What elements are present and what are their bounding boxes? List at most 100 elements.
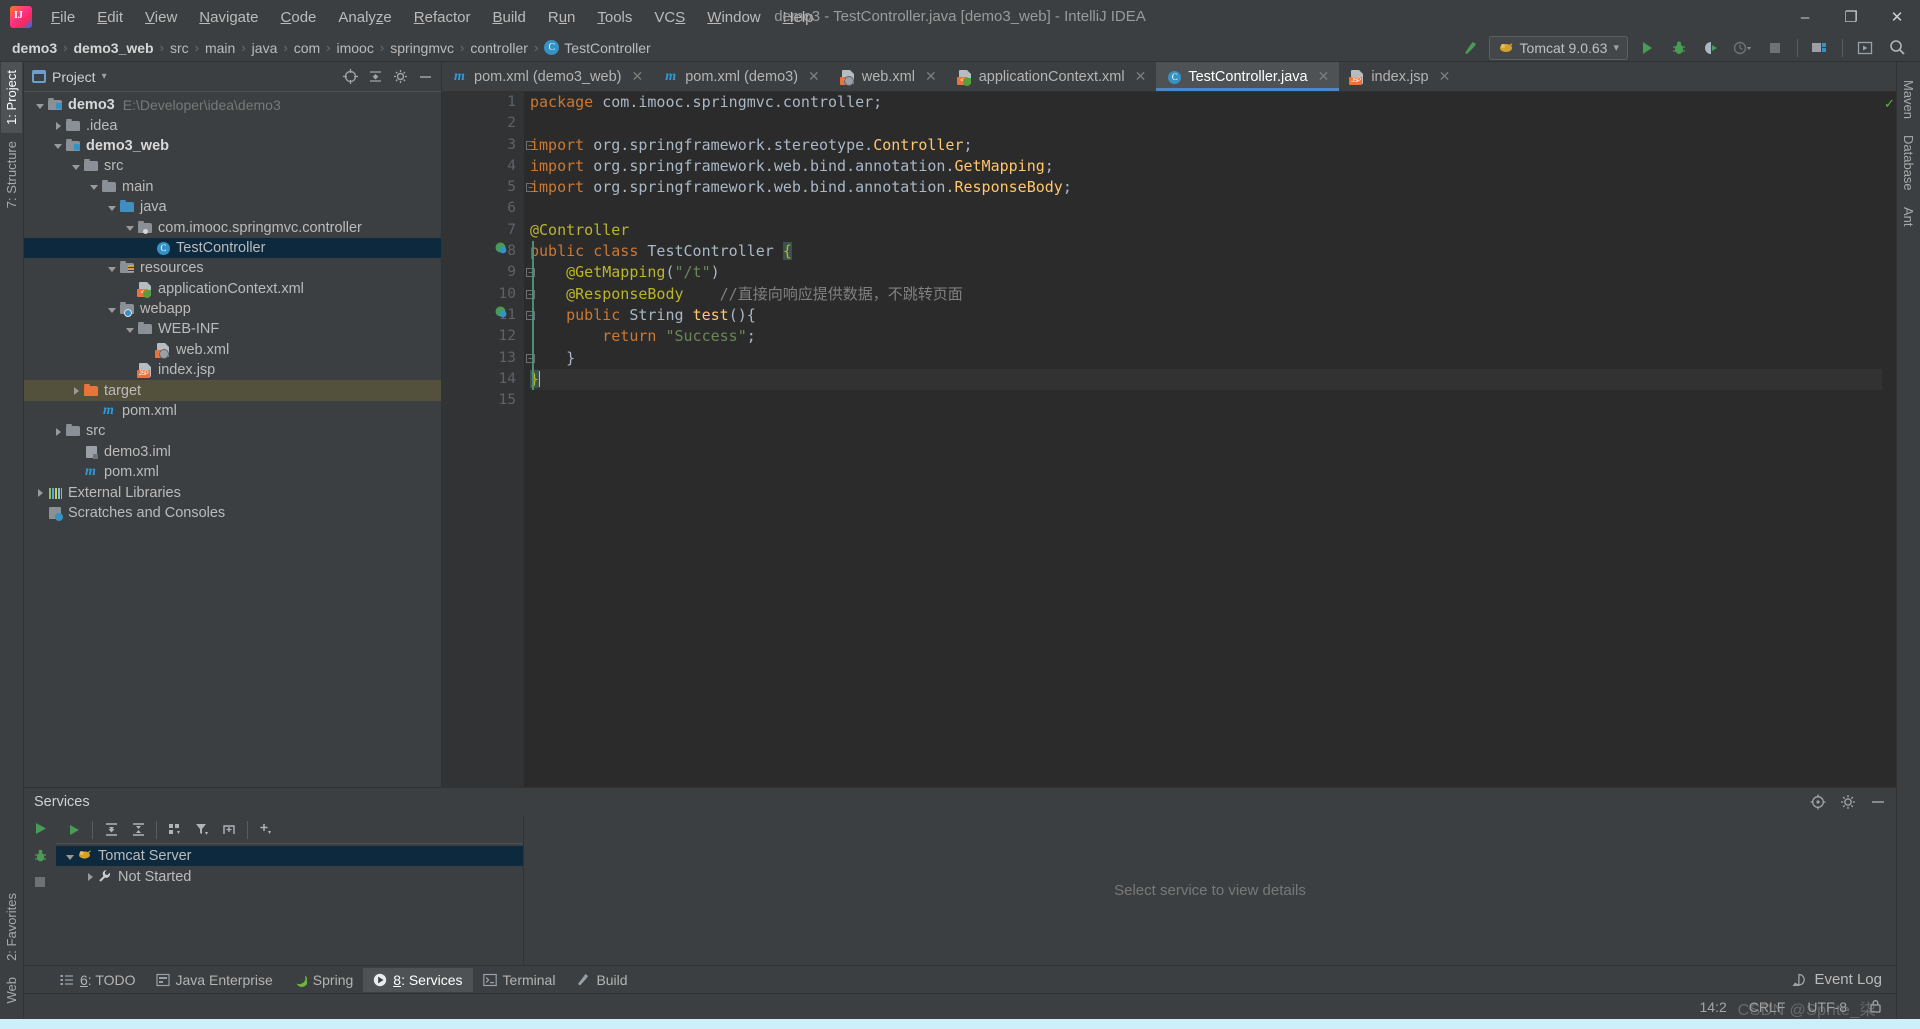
line-separator[interactable]: CRLF	[1749, 999, 1786, 1015]
settings-gear-icon[interactable]	[393, 69, 408, 84]
menu-help[interactable]: Help	[772, 5, 825, 30]
hide-panel-icon[interactable]	[1870, 799, 1886, 805]
run-icon[interactable]	[1634, 36, 1660, 60]
project-tree-row[interactable]: C TestController	[24, 237, 441, 259]
sidebar-tab-database[interactable]: Database	[1898, 127, 1919, 199]
editor-tab[interactable]: m pom.xml (demo3_web) ✕	[442, 62, 653, 91]
gutter-line-number[interactable]: 5	[442, 177, 535, 198]
build-icon[interactable]	[1457, 36, 1483, 60]
tool-window-tab[interactable]: Java Enterprise	[146, 968, 283, 992]
tree-expander-icon[interactable]	[124, 282, 137, 295]
gear-icon[interactable]	[1840, 794, 1856, 810]
tree-expander-icon[interactable]	[52, 119, 65, 132]
menu-run[interactable]: Run	[537, 5, 587, 30]
tree-expander-icon[interactable]	[70, 445, 83, 458]
breadcrumb-item-6[interactable]: imooc	[337, 40, 374, 56]
debug-icon[interactable]	[1666, 36, 1692, 60]
sidebar-tab-maven[interactable]: Maven	[1898, 72, 1919, 127]
gutter-line-number[interactable]: 6	[442, 198, 524, 219]
project-tree-row[interactable]: WEB-INF	[24, 319, 441, 339]
add-service-icon[interactable]	[254, 819, 278, 841]
menu-vcs[interactable]: VCS	[643, 5, 696, 30]
project-tree-row[interactable]: .idea	[24, 115, 441, 135]
close-tab-icon[interactable]: ✕	[1135, 68, 1147, 85]
breadcrumb-item-9[interactable]: C TestController	[544, 40, 651, 56]
hide-panel-icon[interactable]	[418, 74, 433, 80]
tree-expander-icon[interactable]	[34, 99, 47, 112]
tree-expander-icon[interactable]	[124, 364, 137, 377]
tree-expander-icon[interactable]	[106, 201, 119, 214]
tool-window-tab[interactable]: Terminal	[473, 968, 566, 992]
tree-expander-icon[interactable]	[142, 343, 155, 356]
file-encoding[interactable]: UTF-8	[1807, 999, 1847, 1015]
run-gutter-icon[interactable]	[494, 241, 507, 254]
tree-expander-icon[interactable]	[88, 405, 101, 418]
project-tree-row[interactable]: m pom.xml	[24, 462, 441, 482]
project-tree-row[interactable]: JSP index.jsp	[24, 360, 441, 380]
minimize-button[interactable]: –	[1782, 0, 1828, 34]
menu-tools[interactable]: Tools	[586, 5, 643, 30]
expand-all-icon[interactable]	[99, 819, 123, 841]
sidebar-tab-favorites[interactable]: 2: Favorites	[1, 885, 22, 969]
project-tree-row[interactable]: demo3_web	[24, 136, 441, 156]
gutter-line-number[interactable]: 10	[442, 284, 535, 305]
run-configuration-selector[interactable]: Tomcat 9.0.63 ▾	[1488, 35, 1628, 60]
tree-expander-icon[interactable]	[34, 507, 47, 520]
maximize-button[interactable]: ❐	[1828, 0, 1874, 34]
editor-scroll-markers[interactable]: ✓	[1882, 92, 1896, 787]
project-tree-row[interactable]: src	[24, 421, 441, 441]
tool-window-bar[interactable]: 6: TODO Java Enterprise Spring 8: Services T…	[24, 965, 1896, 993]
project-tree-row[interactable]: Scratches and Consoles	[24, 503, 441, 523]
project-tree[interactable]: demo3 E:\Developer\idea\demo3 .idea demo3_w…	[24, 92, 441, 787]
tree-expander-icon[interactable]	[142, 241, 155, 254]
close-tab-icon[interactable]: ✕	[631, 68, 643, 85]
tree-expander-icon[interactable]	[70, 160, 83, 173]
breadcrumb-item-3[interactable]: main	[205, 40, 235, 56]
tree-expander-icon[interactable]	[70, 384, 83, 397]
gutter-line-number[interactable]: 4	[442, 156, 524, 177]
tool-window-tab[interactable]: 6: TODO	[50, 968, 146, 992]
code-line[interactable]: import org.springframework.stereotype.Co…	[530, 135, 1882, 156]
stop-icon[interactable]	[1762, 36, 1788, 60]
menu-code[interactable]: Code	[270, 5, 328, 30]
project-tree-row[interactable]: main	[24, 177, 441, 197]
breadcrumb-item-4[interactable]: java	[252, 40, 278, 56]
close-tab-icon[interactable]: ✕	[925, 68, 937, 85]
menu-file[interactable]: File	[40, 5, 86, 30]
gutter-line-number[interactable]: 8	[442, 241, 524, 262]
menu-refactor[interactable]: Refactor	[403, 5, 482, 30]
menu-edit[interactable]: Edit	[86, 5, 134, 30]
breadcrumb-item-8[interactable]: controller	[470, 40, 528, 56]
tree-expander-icon[interactable]	[88, 180, 101, 193]
code-line[interactable]: return "Success";	[530, 326, 1882, 347]
editor-tab[interactable]: < web.xml ✕	[830, 62, 947, 91]
tool-window-tab[interactable]: Spring	[283, 968, 363, 992]
project-tree-row[interactable]: demo3.iml	[24, 442, 441, 462]
tree-expander-icon[interactable]	[106, 262, 119, 275]
menu-window[interactable]: Window	[696, 5, 771, 30]
editor-tab[interactable]: m pom.xml (demo3) ✕	[653, 62, 830, 91]
code-line[interactable]: @ResponseBody //直接向响应提供数据，不跳转页面	[530, 284, 1882, 305]
sidebar-tab-ant[interactable]: Ant	[1898, 199, 1919, 235]
menu-analyze[interactable]: Analyze	[327, 5, 402, 30]
project-tree-row[interactable]: webapp	[24, 299, 441, 319]
breadcrumb-item-5[interactable]: com	[294, 40, 320, 56]
tree-expander-icon[interactable]	[106, 303, 119, 316]
editor-tab[interactable]: JSP index.jsp ✕	[1339, 62, 1460, 91]
code-line[interactable]: }	[530, 348, 1882, 369]
project-tree-row[interactable]: < web.xml	[24, 340, 441, 360]
sidebar-tab-project[interactable]: 1: Project	[1, 62, 22, 133]
project-tree-row[interactable]: java	[24, 197, 441, 217]
updates-icon[interactable]	[1852, 36, 1878, 60]
breadcrumb-item-0[interactable]: demo3	[12, 40, 57, 56]
code-line[interactable]: @Controller	[530, 220, 1882, 241]
tool-window-tab[interactable]: Build	[565, 968, 637, 992]
gutter-line-number[interactable]: 11	[442, 305, 535, 326]
project-panel-title[interactable]: Project ▾	[32, 69, 107, 85]
collapse-all-icon[interactable]	[126, 819, 150, 841]
services-tree-row[interactable]: Tomcat Server	[56, 846, 523, 867]
gutter-line-number[interactable]: 3	[442, 135, 535, 156]
project-tree-row[interactable]: External Libraries	[24, 482, 441, 502]
gutter-line-number[interactable]: 12	[442, 326, 524, 347]
tree-expander-icon[interactable]	[52, 139, 65, 152]
